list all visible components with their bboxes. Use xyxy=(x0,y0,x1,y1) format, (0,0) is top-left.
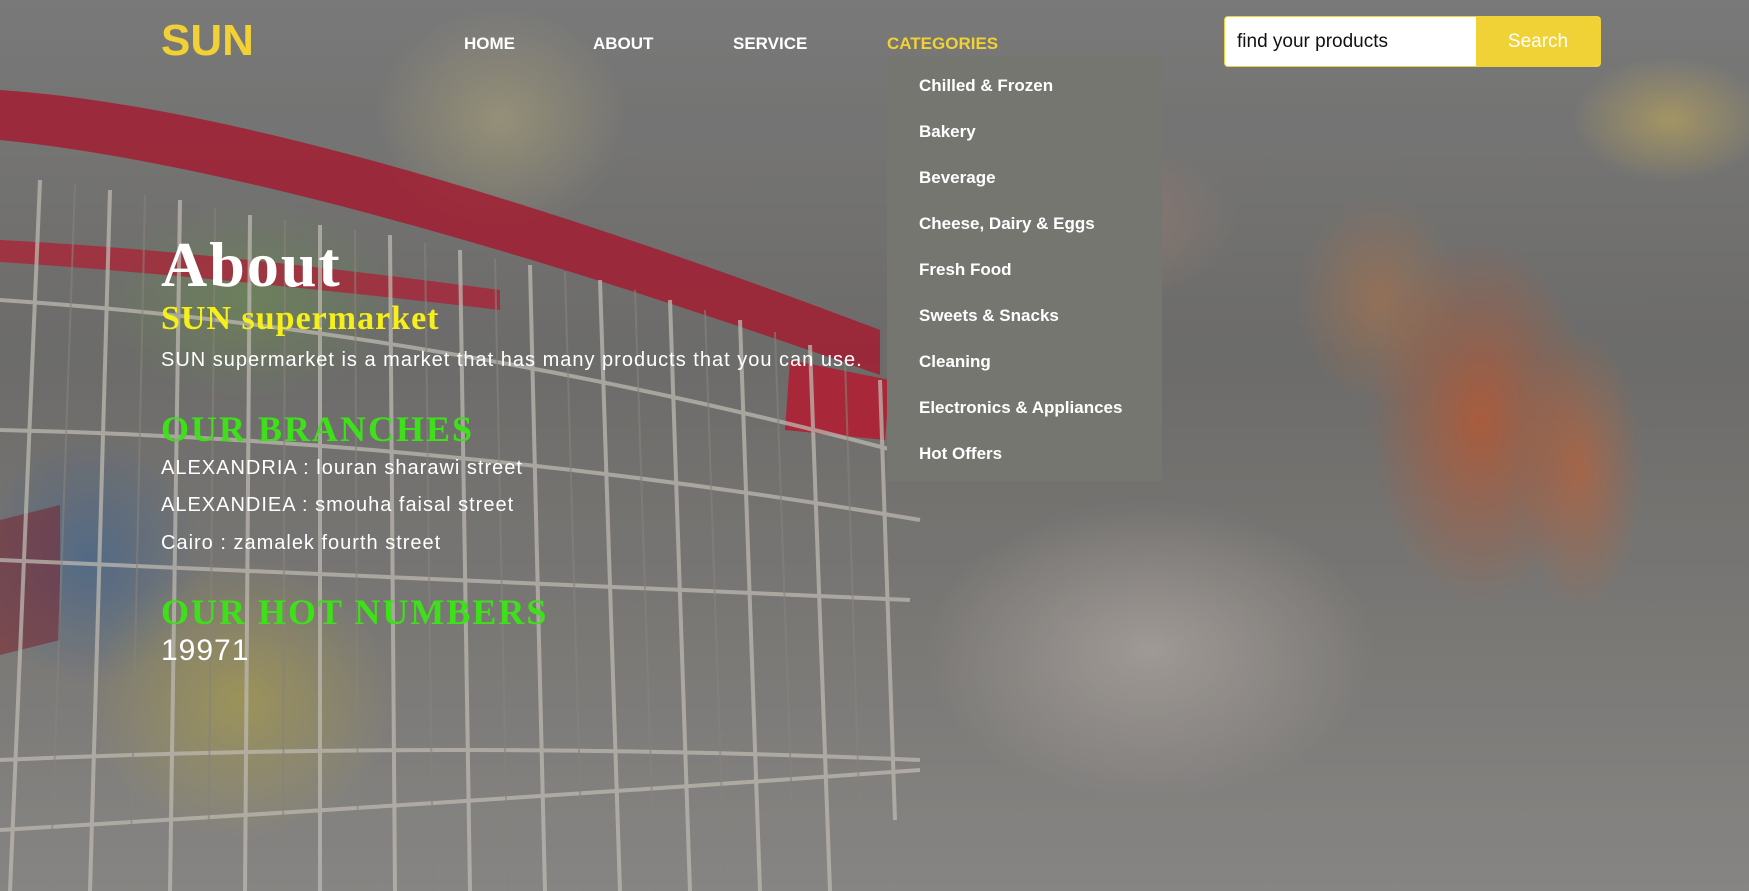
hot-numbers-heading: OUR HOT NUMBERS xyxy=(161,592,549,632)
search-input[interactable] xyxy=(1225,17,1475,66)
category-bakery[interactable]: Bakery xyxy=(919,122,976,142)
categories-dropdown: Chilled & Frozen Bakery Beverage Cheese,… xyxy=(887,56,1162,481)
category-chilled-frozen[interactable]: Chilled & Frozen xyxy=(919,76,1053,96)
branch-item: ALEXANDIEA : smouha faisal street xyxy=(161,494,515,516)
search-button[interactable]: Search xyxy=(1476,17,1600,66)
category-sweets-snacks[interactable]: Sweets & Snacks xyxy=(919,306,1059,326)
about-heading: About xyxy=(161,229,342,300)
branches-heading: OUR BRANCHES xyxy=(161,409,475,449)
category-hot-offers[interactable]: Hot Offers xyxy=(919,444,1002,464)
about-description: SUN supermarket is a market that has man… xyxy=(161,349,863,371)
branch-item: Cairo : zamalek fourth street xyxy=(161,532,442,554)
nav-about-link[interactable]: ABOUT xyxy=(593,34,653,54)
nav-service-link[interactable]: SERVICE xyxy=(733,34,807,54)
search-form: Search xyxy=(1224,16,1601,67)
about-subheading: SUN supermarket xyxy=(161,300,440,337)
category-beverage[interactable]: Beverage xyxy=(919,168,996,188)
category-fresh-food[interactable]: Fresh Food xyxy=(919,260,1012,280)
category-cleaning[interactable]: Cleaning xyxy=(919,352,991,372)
category-cheese-dairy-eggs[interactable]: Cheese, Dairy & Eggs xyxy=(919,214,1095,234)
nav-categories-link[interactable]: CATEGORIES xyxy=(887,34,998,54)
branch-item: ALEXANDRIA : louran sharawi street xyxy=(161,457,523,479)
nav-home-link[interactable]: HOME xyxy=(464,34,515,54)
category-electronics-appliances[interactable]: Electronics & Appliances xyxy=(919,398,1122,418)
site-logo[interactable]: SUN xyxy=(161,16,254,66)
hotline-number: 19971 xyxy=(161,634,250,667)
